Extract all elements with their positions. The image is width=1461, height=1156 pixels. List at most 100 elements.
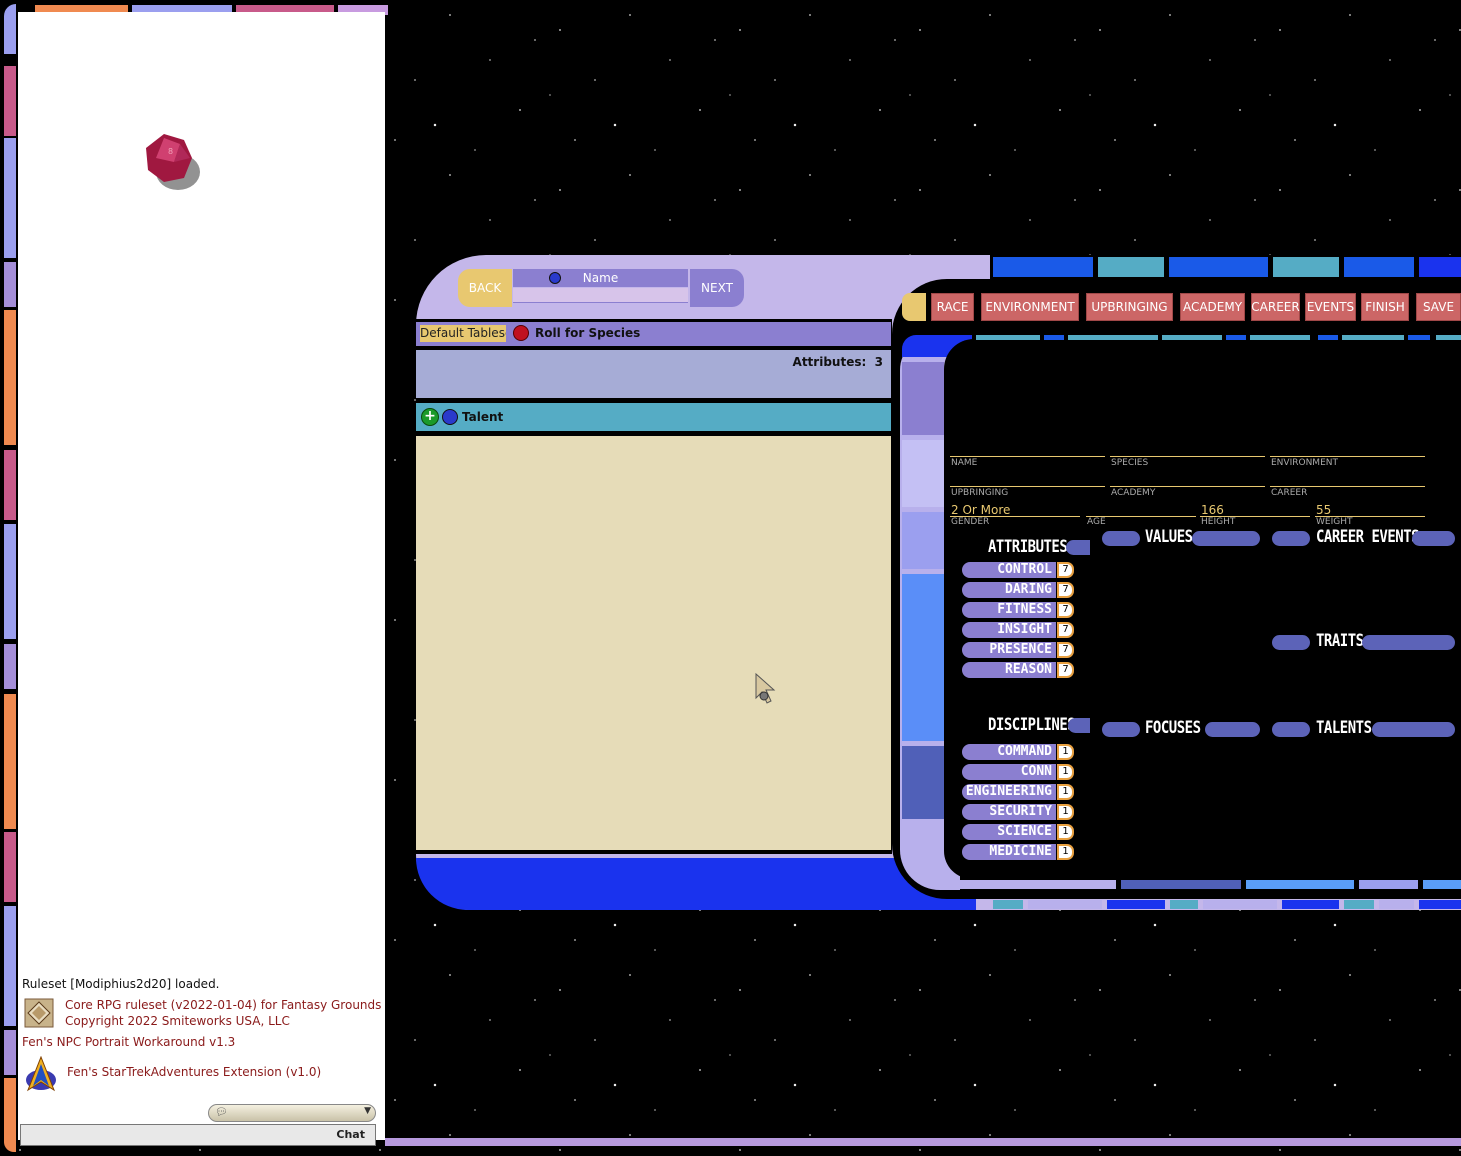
lcars-segment xyxy=(1169,257,1268,277)
discipline-name: COMMAND xyxy=(962,744,1056,760)
name-field[interactable] xyxy=(950,456,1105,457)
lcars-segment xyxy=(944,880,1116,889)
lcars-segment xyxy=(902,512,944,569)
lcars-segment xyxy=(976,335,1040,340)
attribute-value[interactable]: 7 xyxy=(1057,662,1074,678)
add-talent-icon[interactable]: + xyxy=(421,408,439,426)
chat-mode-dropdown[interactable]: 💬︎ ▼ xyxy=(208,1104,376,1122)
attribute-row-presence[interactable]: PRESENCE 7 xyxy=(962,642,1074,660)
species-field[interactable] xyxy=(1110,456,1265,457)
weight-value[interactable]: 55 xyxy=(1316,503,1331,517)
attribute-row-reason[interactable]: REASON 7 xyxy=(962,662,1074,680)
lcars-segment xyxy=(1028,900,1102,909)
name-label-text: Name xyxy=(582,271,619,285)
discipline-row-medicine[interactable]: MEDICINE 1 xyxy=(962,844,1074,862)
attribute-value[interactable]: 7 xyxy=(1057,642,1074,658)
lcars-segment xyxy=(1250,335,1310,340)
career-events-heading: CAREER EVENTS xyxy=(1316,527,1420,547)
attribute-value[interactable]: 7 xyxy=(1057,622,1074,638)
discipline-row-science[interactable]: SCIENCE 1 xyxy=(962,824,1074,842)
discipline-value[interactable]: 1 xyxy=(1057,844,1074,860)
discipline-value[interactable]: 1 xyxy=(1057,804,1074,820)
tab-save[interactable]: SAVE xyxy=(1416,293,1461,321)
age-field-label: AGE xyxy=(1087,517,1106,527)
lcars-segment xyxy=(1273,257,1339,277)
chat-message-ruleset: Ruleset [Modiphius2d20] loaded. xyxy=(22,977,220,991)
lcars-segment xyxy=(1170,900,1198,909)
discipline-row-security[interactable]: SECURITY 1 xyxy=(962,804,1074,822)
tableset-field[interactable]: Default Tableset xyxy=(420,325,506,342)
gender-value[interactable]: 2 Or More xyxy=(951,503,1010,517)
discipline-value[interactable]: 1 xyxy=(1057,744,1074,760)
lcars-segment xyxy=(1121,880,1241,889)
upbringing-field[interactable] xyxy=(950,486,1105,487)
tab-events[interactable]: EVENTS xyxy=(1305,293,1356,321)
height-value[interactable]: 166 xyxy=(1201,503,1224,517)
tab-race[interactable]: RACE xyxy=(931,293,974,321)
desktop-bottom-bar xyxy=(385,1138,1461,1146)
attribute-row-fitness[interactable]: FITNESS 7 xyxy=(962,602,1074,620)
attributes-pill xyxy=(1066,540,1090,555)
attribute-name: CONTROL xyxy=(962,562,1056,578)
environment-field[interactable] xyxy=(1270,456,1425,457)
name-input[interactable] xyxy=(513,288,688,303)
tab-upbringing[interactable]: UPBRINGING xyxy=(1086,293,1173,321)
name-label: Name xyxy=(513,269,688,287)
academy-field[interactable] xyxy=(1110,486,1265,487)
lcars-segment xyxy=(1344,900,1374,909)
roll-dice-icon[interactable] xyxy=(513,325,529,341)
chat-input[interactable]: Chat xyxy=(20,1124,376,1146)
environment-field-label: ENVIRONMENT xyxy=(1271,458,1338,468)
chat-window xyxy=(18,12,385,1140)
discipline-row-command[interactable]: COMMAND 1 xyxy=(962,744,1074,762)
academy-field-label: ACADEMY xyxy=(1111,488,1156,498)
discipline-value[interactable]: 1 xyxy=(1057,764,1074,780)
attribute-value[interactable]: 7 xyxy=(1057,582,1074,598)
back-button[interactable]: BACK xyxy=(458,269,512,307)
career-events-pill-right xyxy=(1412,531,1455,546)
discipline-value[interactable]: 1 xyxy=(1057,824,1074,840)
talents-pill-left xyxy=(1272,722,1310,737)
tab-career[interactable]: CAREER xyxy=(1251,293,1300,321)
chevron-down-icon: ▼ xyxy=(364,1106,371,1116)
hex-die-icon[interactable] xyxy=(442,409,458,425)
attribute-row-control[interactable]: CONTROL 7 xyxy=(962,562,1074,580)
lcars-segment xyxy=(1359,880,1418,889)
lcars-segment xyxy=(1408,335,1430,340)
lcars-segment xyxy=(1282,900,1339,909)
traits-pill-right xyxy=(1362,635,1455,650)
roll-for-species-label[interactable]: Roll for Species xyxy=(535,326,640,340)
career-events-pill-left xyxy=(1272,531,1310,546)
tab-row-cap xyxy=(902,293,926,321)
hex-die-icon[interactable] xyxy=(549,272,561,284)
lcars-segment xyxy=(902,746,944,819)
lcars-segment xyxy=(1436,335,1461,340)
lcars-segment xyxy=(1107,900,1165,909)
tab-environment[interactable]: ENVIRONMENT xyxy=(981,293,1079,321)
discipline-name: CONN xyxy=(962,764,1056,780)
chat-send-label[interactable]: Chat xyxy=(336,1128,365,1141)
attribute-name: DARING xyxy=(962,582,1056,598)
lcars-segment xyxy=(1379,900,1414,909)
lcars-segment xyxy=(1162,335,1222,340)
attribute-value[interactable]: 7 xyxy=(1057,602,1074,618)
attribute-value[interactable]: 7 xyxy=(1057,562,1074,578)
discipline-value[interactable]: 1 xyxy=(1057,784,1074,800)
lcars-segment xyxy=(1203,900,1277,909)
tab-academy[interactable]: ACADEMY xyxy=(1180,293,1245,321)
lcars-segment xyxy=(1098,257,1164,277)
discipline-row-engineering[interactable]: ENGINEERING 1 xyxy=(962,784,1074,802)
attribute-row-daring[interactable]: DARING 7 xyxy=(962,582,1074,600)
career-field[interactable] xyxy=(1270,486,1425,487)
attributes-heading: ATTRIBUTES xyxy=(988,537,1068,557)
species-field-label: SPECIES xyxy=(1111,458,1149,468)
attribute-row-insight[interactable]: INSIGHT 7 xyxy=(962,622,1074,640)
speech-bubble-icon: 💬︎ xyxy=(215,1107,228,1118)
tab-finish[interactable]: FINISH xyxy=(1361,293,1409,321)
lcars-segment xyxy=(1423,880,1461,889)
next-button[interactable]: NEXT xyxy=(690,269,744,307)
lcars-segment xyxy=(1044,335,1064,340)
discipline-row-conn[interactable]: CONN 1 xyxy=(962,764,1074,782)
lcars-segment xyxy=(1318,335,1338,340)
d20-dice-icon[interactable]: 8 xyxy=(144,132,200,192)
